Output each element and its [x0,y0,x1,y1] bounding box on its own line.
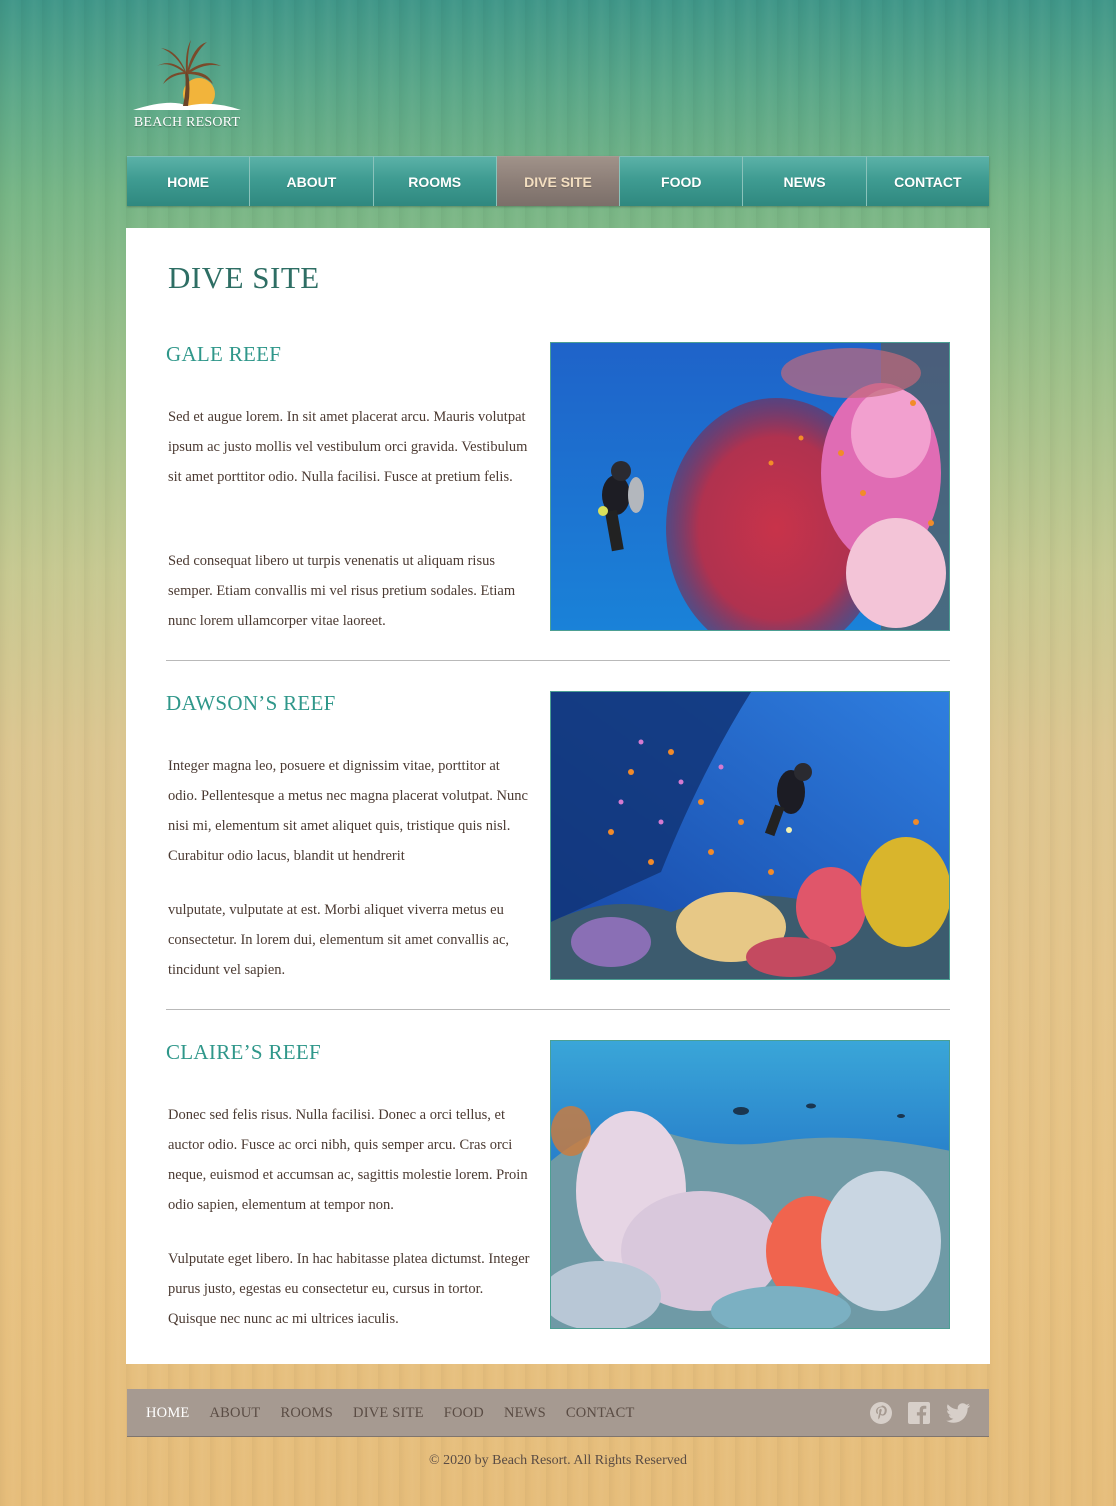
nav-item-home[interactable]: HOME [127,156,251,206]
reef-description: Sed et augue lorem. In sit amet placerat… [168,409,528,485]
brand-name: BEACH RESORT [133,115,241,130]
reef-description: Vulputate eget libero. In hac habitasse … [168,1251,530,1327]
footer-navigation: HOME ABOUT ROOMS DIVE SITE FOOD NEWS CON… [146,1389,655,1437]
reef-description: Sed consequat libero ut turpis venenatis… [168,553,516,629]
section-divider [166,660,950,661]
nav-item-food[interactable]: FOOD [620,156,744,206]
footer-link-rooms[interactable]: ROOMS [280,1405,333,1422]
reef-section-gale: GALE REEF Sed et augue lorem. In sit ame… [166,342,950,632]
reef-description: Integer magna leo, posuere et dignissim … [168,758,528,864]
nav-item-rooms[interactable]: ROOMS [373,156,497,206]
nav-item-contact[interactable]: CONTACT [866,156,989,206]
nav-item-dive-site[interactable]: DIVE SITE [496,156,621,206]
reef-photo [550,691,950,980]
resort-logo[interactable]: BEACH RESORT [131,36,243,134]
reef-photo [550,342,950,631]
footer-link-dive-site[interactable]: DIVE SITE [353,1405,424,1422]
reef-section-claire: CLAIRE’S REEF Donec sed felis risus. Nul… [166,1040,950,1330]
footer-link-food[interactable]: FOOD [444,1405,484,1422]
reef-description: vulputate, vulputate at est. Morbi aliqu… [168,902,510,978]
reef-title: GALE REEF [166,342,282,366]
nav-item-about[interactable]: ABOUT [250,156,374,206]
reef-section-dawson: DAWSON’S REEF Integer magna leo, posuere… [166,691,950,981]
pinterest-icon[interactable] [869,1401,893,1425]
footer-bar: HOME ABOUT ROOMS DIVE SITE FOOD NEWS CON… [127,1389,989,1437]
page-title: DIVE SITE [168,260,320,295]
copyright: © 2020 by Beach Resort. All Rights Reser… [429,1453,687,1468]
reef-photo [550,1040,950,1329]
palm-tree-logo-icon [133,40,241,110]
reef-title: CLAIRE’S REEF [166,1040,321,1064]
footer-link-home[interactable]: HOME [146,1405,190,1422]
facebook-icon[interactable] [907,1401,931,1425]
footer-link-contact[interactable]: CONTACT [566,1405,635,1422]
main-content: DIVE SITE GALE REEF Sed et augue lorem. … [126,228,990,1364]
footer-link-about[interactable]: ABOUT [210,1405,261,1422]
social-links [869,1401,970,1425]
reef-title: DAWSON’S REEF [166,691,336,715]
footer-link-news[interactable]: NEWS [504,1405,546,1422]
reef-description: Donec sed felis risus. Nulla facilisi. D… [168,1107,528,1213]
nav-item-news[interactable]: NEWS [743,156,867,206]
twitter-icon[interactable] [945,1401,970,1425]
section-divider [166,1009,950,1010]
main-navigation: HOME ABOUT ROOMS DIVE SITE FOOD NEWS CON… [127,156,989,206]
